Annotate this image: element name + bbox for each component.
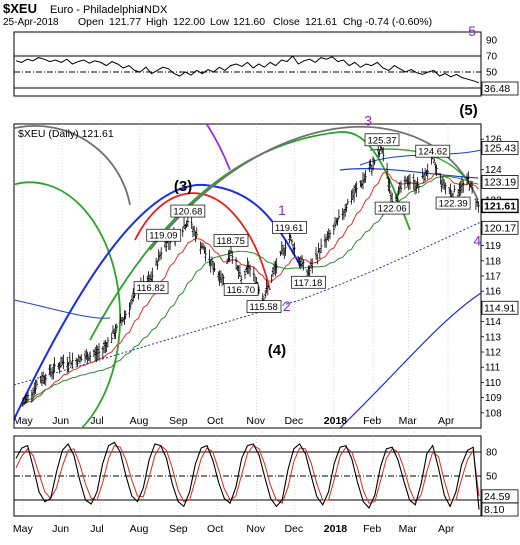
price-annotation-label: 120.68 <box>173 207 202 218</box>
chg-value: -0.74 (-0.60%) <box>365 16 432 28</box>
header-date: 25-Apr-2018 <box>3 17 59 28</box>
price-x-tick-label: Jun <box>52 415 69 427</box>
price-annotation-label: 122.06 <box>378 204 407 215</box>
price-y-tick-label: 114 <box>485 317 501 328</box>
price-annotation-label: 124.62 <box>418 147 447 158</box>
chg-label: Chg <box>343 16 362 28</box>
header-symbol: $XEU <box>3 1 37 16</box>
stoch-last-label: 8.10 <box>484 504 505 516</box>
price-x-tick-label: Dec <box>284 415 303 427</box>
wave-label: (3) <box>174 178 192 195</box>
rsi-tick-label: 90 <box>486 36 498 47</box>
price-annotation-label: 117.18 <box>294 278 322 289</box>
header-name: Euro - Philadelphia <box>50 4 144 16</box>
close-label: Close <box>273 16 300 28</box>
stoch-x-tick-label: Nov <box>246 523 265 535</box>
stoch-x-tick-label: Mar <box>399 523 418 535</box>
stoch-x-tick-label: Oct <box>207 523 223 535</box>
header-exchange: INDX <box>141 4 168 16</box>
price-x-tick-label: Feb <box>363 415 381 427</box>
price-annotation-label: 122.39 <box>439 199 468 210</box>
price-x-tick-label: 2018 <box>324 415 348 427</box>
price-annotation-label: 116.70 <box>227 285 255 296</box>
rsi-last-label: 36.48 <box>484 83 510 95</box>
rsi-panel: 90705030 36.48 <box>13 31 519 97</box>
price-x-tick-label: Mar <box>399 415 418 427</box>
right-value-label: 125.43 <box>484 142 516 154</box>
price-annotation-label: 115.58 <box>249 302 277 313</box>
stoch-x-tick-label: 2018 <box>324 523 348 535</box>
stoch-x-axis: May Jun Jul Aug Sep Oct Nov Dec 2018 Feb Mar Apr <box>13 523 455 535</box>
stoch-axis-ticks: 80 50 <box>486 448 498 483</box>
last-price-label: 121.61 <box>484 200 516 212</box>
price-frame <box>13 123 482 429</box>
stochastic-panel: 80 50 24.598.10 May Jun Jul Aug Sep Oct Nov Dec 2… <box>13 435 519 535</box>
stoch-x-tick-label: Aug <box>130 523 149 535</box>
right-value-label: 120.17 <box>484 222 516 234</box>
price-y-tick-label: 109 <box>485 393 502 404</box>
low-value: 121.60 <box>233 16 265 28</box>
price-y-tick-label: 108 <box>485 408 502 419</box>
price-y-tick-label: 118 <box>485 256 501 267</box>
chart-canvas: $XEU Euro - Philadelphia INDX 25-Apr-201… <box>3 1 519 535</box>
price-y-tick-label: 117 <box>485 272 501 283</box>
price-y-tick-label: 124 <box>485 165 502 176</box>
price-x-tick-label: May <box>13 415 34 427</box>
stoch-x-tick-label: Sep <box>169 523 188 535</box>
stoch-last-labels: 24.598.10 <box>481 489 519 517</box>
wave-label: 1 <box>278 202 286 218</box>
stoch-x-tick-label: May <box>13 523 34 535</box>
price-annotation-label: 125.37 <box>368 135 397 146</box>
wave-label: (4) <box>268 342 286 359</box>
price-y-tick-label: 110 <box>485 378 501 389</box>
right-value-label: 123.19 <box>484 176 516 188</box>
price-x-tick-label: Sep <box>169 415 188 427</box>
wave-label: 3 <box>364 113 372 129</box>
low-label: Low <box>210 16 230 28</box>
price-x-tick-label: Apr <box>438 415 455 427</box>
stoch-x-tick-label: Jun <box>52 523 69 535</box>
stoch-x-tick-label: Feb <box>363 523 381 535</box>
chart-root: $XEU Euro - Philadelphia INDX 25-Apr-201… <box>0 0 520 540</box>
stoch-tick-label: 80 <box>486 448 498 459</box>
price-annotation-label: 119.09 <box>149 231 177 242</box>
high-label: High <box>146 16 168 28</box>
price-y-tick-label: 119 <box>485 241 501 252</box>
wave-label: (5) <box>459 102 477 119</box>
close-value: 121.61 <box>305 16 337 28</box>
rsi-tick-label: 50 <box>486 68 498 79</box>
stoch-x-tick-label: Jul <box>90 523 103 535</box>
wave-label: 2 <box>283 298 291 314</box>
rsi-frame <box>13 31 482 97</box>
price-y-tick-label: 113 <box>485 332 501 343</box>
price-x-tick-label: Jul <box>90 415 103 427</box>
price-annotation-label: 118.75 <box>217 236 245 247</box>
wave-label: 4 <box>473 233 481 249</box>
price-y-tick-label: 116 <box>485 287 501 298</box>
price-x-tick-label: Nov <box>246 415 265 427</box>
stoch-tick-label: 50 <box>486 472 498 483</box>
rsi-tick-label: 70 <box>486 52 498 63</box>
price-x-tick-label: Aug <box>130 415 149 427</box>
stoch-last-label: 24.59 <box>484 491 510 503</box>
price-annotation-label: 116.82 <box>137 283 165 294</box>
price-x-tick-label: Oct <box>207 415 223 427</box>
stoch-x-tick-label: Apr <box>438 523 455 535</box>
open-value: 121.77 <box>109 16 141 28</box>
right-value-label: 114.91 <box>484 302 515 314</box>
price-y-tick-label: 111 <box>485 363 501 374</box>
high-value: 122.00 <box>173 16 205 28</box>
price-annotation-label: 119.61 <box>275 223 303 234</box>
stoch-x-tick-label: Dec <box>284 523 303 535</box>
price-y-tick-label: 112 <box>485 348 501 359</box>
open-label: Open <box>78 16 104 28</box>
price-panel-title: $XEU (Daily) 121.61 <box>18 128 114 140</box>
chart-header: $XEU Euro - Philadelphia INDX 25-Apr-201… <box>3 1 432 28</box>
wave-label: 5 <box>468 23 476 39</box>
